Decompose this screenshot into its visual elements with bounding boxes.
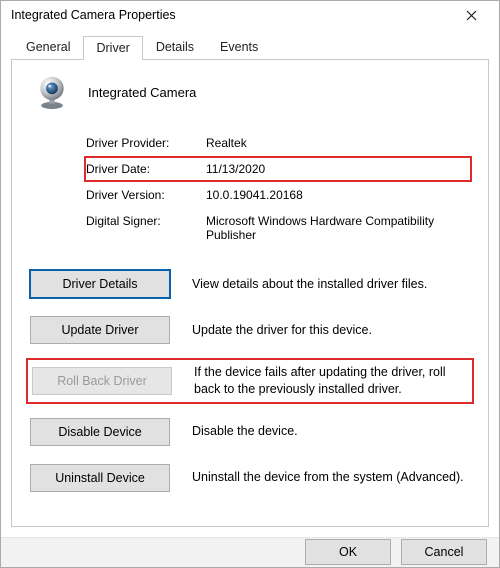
tab-details[interactable]: Details [143, 35, 207, 59]
device-name: Integrated Camera [88, 85, 196, 100]
tab-general[interactable]: General [13, 35, 83, 59]
action-row-disable: Disable Device Disable the device. [30, 418, 470, 446]
cancel-button[interactable]: Cancel [401, 539, 487, 565]
device-header: Integrated Camera [34, 74, 470, 110]
roll-back-driver-desc: If the device fails after updating the d… [194, 364, 468, 398]
uninstall-device-button[interactable]: Uninstall Device [30, 464, 170, 492]
driver-info: Driver Provider: Realtek Driver Date: 11… [86, 130, 470, 248]
properties-window: Integrated Camera Properties General Dri… [0, 0, 500, 568]
date-label: Driver Date: [86, 162, 206, 176]
ok-button[interactable]: OK [305, 539, 391, 565]
update-driver-button[interactable]: Update Driver [30, 316, 170, 344]
tab-events[interactable]: Events [207, 35, 271, 59]
info-row-signer: Digital Signer: Microsoft Windows Hardwa… [86, 208, 470, 248]
action-row-details: Driver Details View details about the in… [30, 270, 470, 298]
disable-device-desc: Disable the device. [192, 423, 470, 440]
action-row-rollback: Roll Back Driver If the device fails aft… [26, 358, 474, 404]
info-row-date: Driver Date: 11/13/2020 [84, 156, 472, 182]
version-label: Driver Version: [86, 188, 206, 202]
driver-details-desc: View details about the installed driver … [192, 276, 470, 293]
tab-driver[interactable]: Driver [83, 36, 142, 60]
info-row-version: Driver Version: 10.0.19041.20168 [86, 182, 470, 208]
client-area: General Driver Details Events [1, 29, 499, 537]
driver-details-button[interactable]: Driver Details [30, 270, 170, 298]
date-value: 11/13/2020 [206, 162, 470, 176]
action-row-update: Update Driver Update the driver for this… [30, 316, 470, 344]
close-button[interactable] [451, 1, 491, 29]
tab-panel-driver: Integrated Camera Driver Provider: Realt… [11, 59, 489, 527]
signer-label: Digital Signer: [86, 214, 206, 242]
uninstall-device-desc: Uninstall the device from the system (Ad… [192, 469, 470, 486]
roll-back-driver-button: Roll Back Driver [32, 367, 172, 395]
disable-device-button[interactable]: Disable Device [30, 418, 170, 446]
info-row-provider: Driver Provider: Realtek [86, 130, 470, 156]
update-driver-desc: Update the driver for this device. [192, 322, 470, 339]
titlebar: Integrated Camera Properties [1, 1, 499, 29]
driver-actions: Driver Details View details about the in… [30, 270, 470, 492]
version-value: 10.0.19041.20168 [206, 188, 470, 202]
window-title: Integrated Camera Properties [11, 8, 451, 22]
signer-value: Microsoft Windows Hardware Compatibility… [206, 214, 470, 242]
action-row-uninstall: Uninstall Device Uninstall the device fr… [30, 464, 470, 492]
camera-icon [34, 74, 70, 110]
provider-value: Realtek [206, 136, 470, 150]
close-icon [466, 10, 477, 21]
tab-strip: General Driver Details Events [13, 35, 489, 59]
dialog-footer: OK Cancel [1, 537, 499, 567]
provider-label: Driver Provider: [86, 136, 206, 150]
